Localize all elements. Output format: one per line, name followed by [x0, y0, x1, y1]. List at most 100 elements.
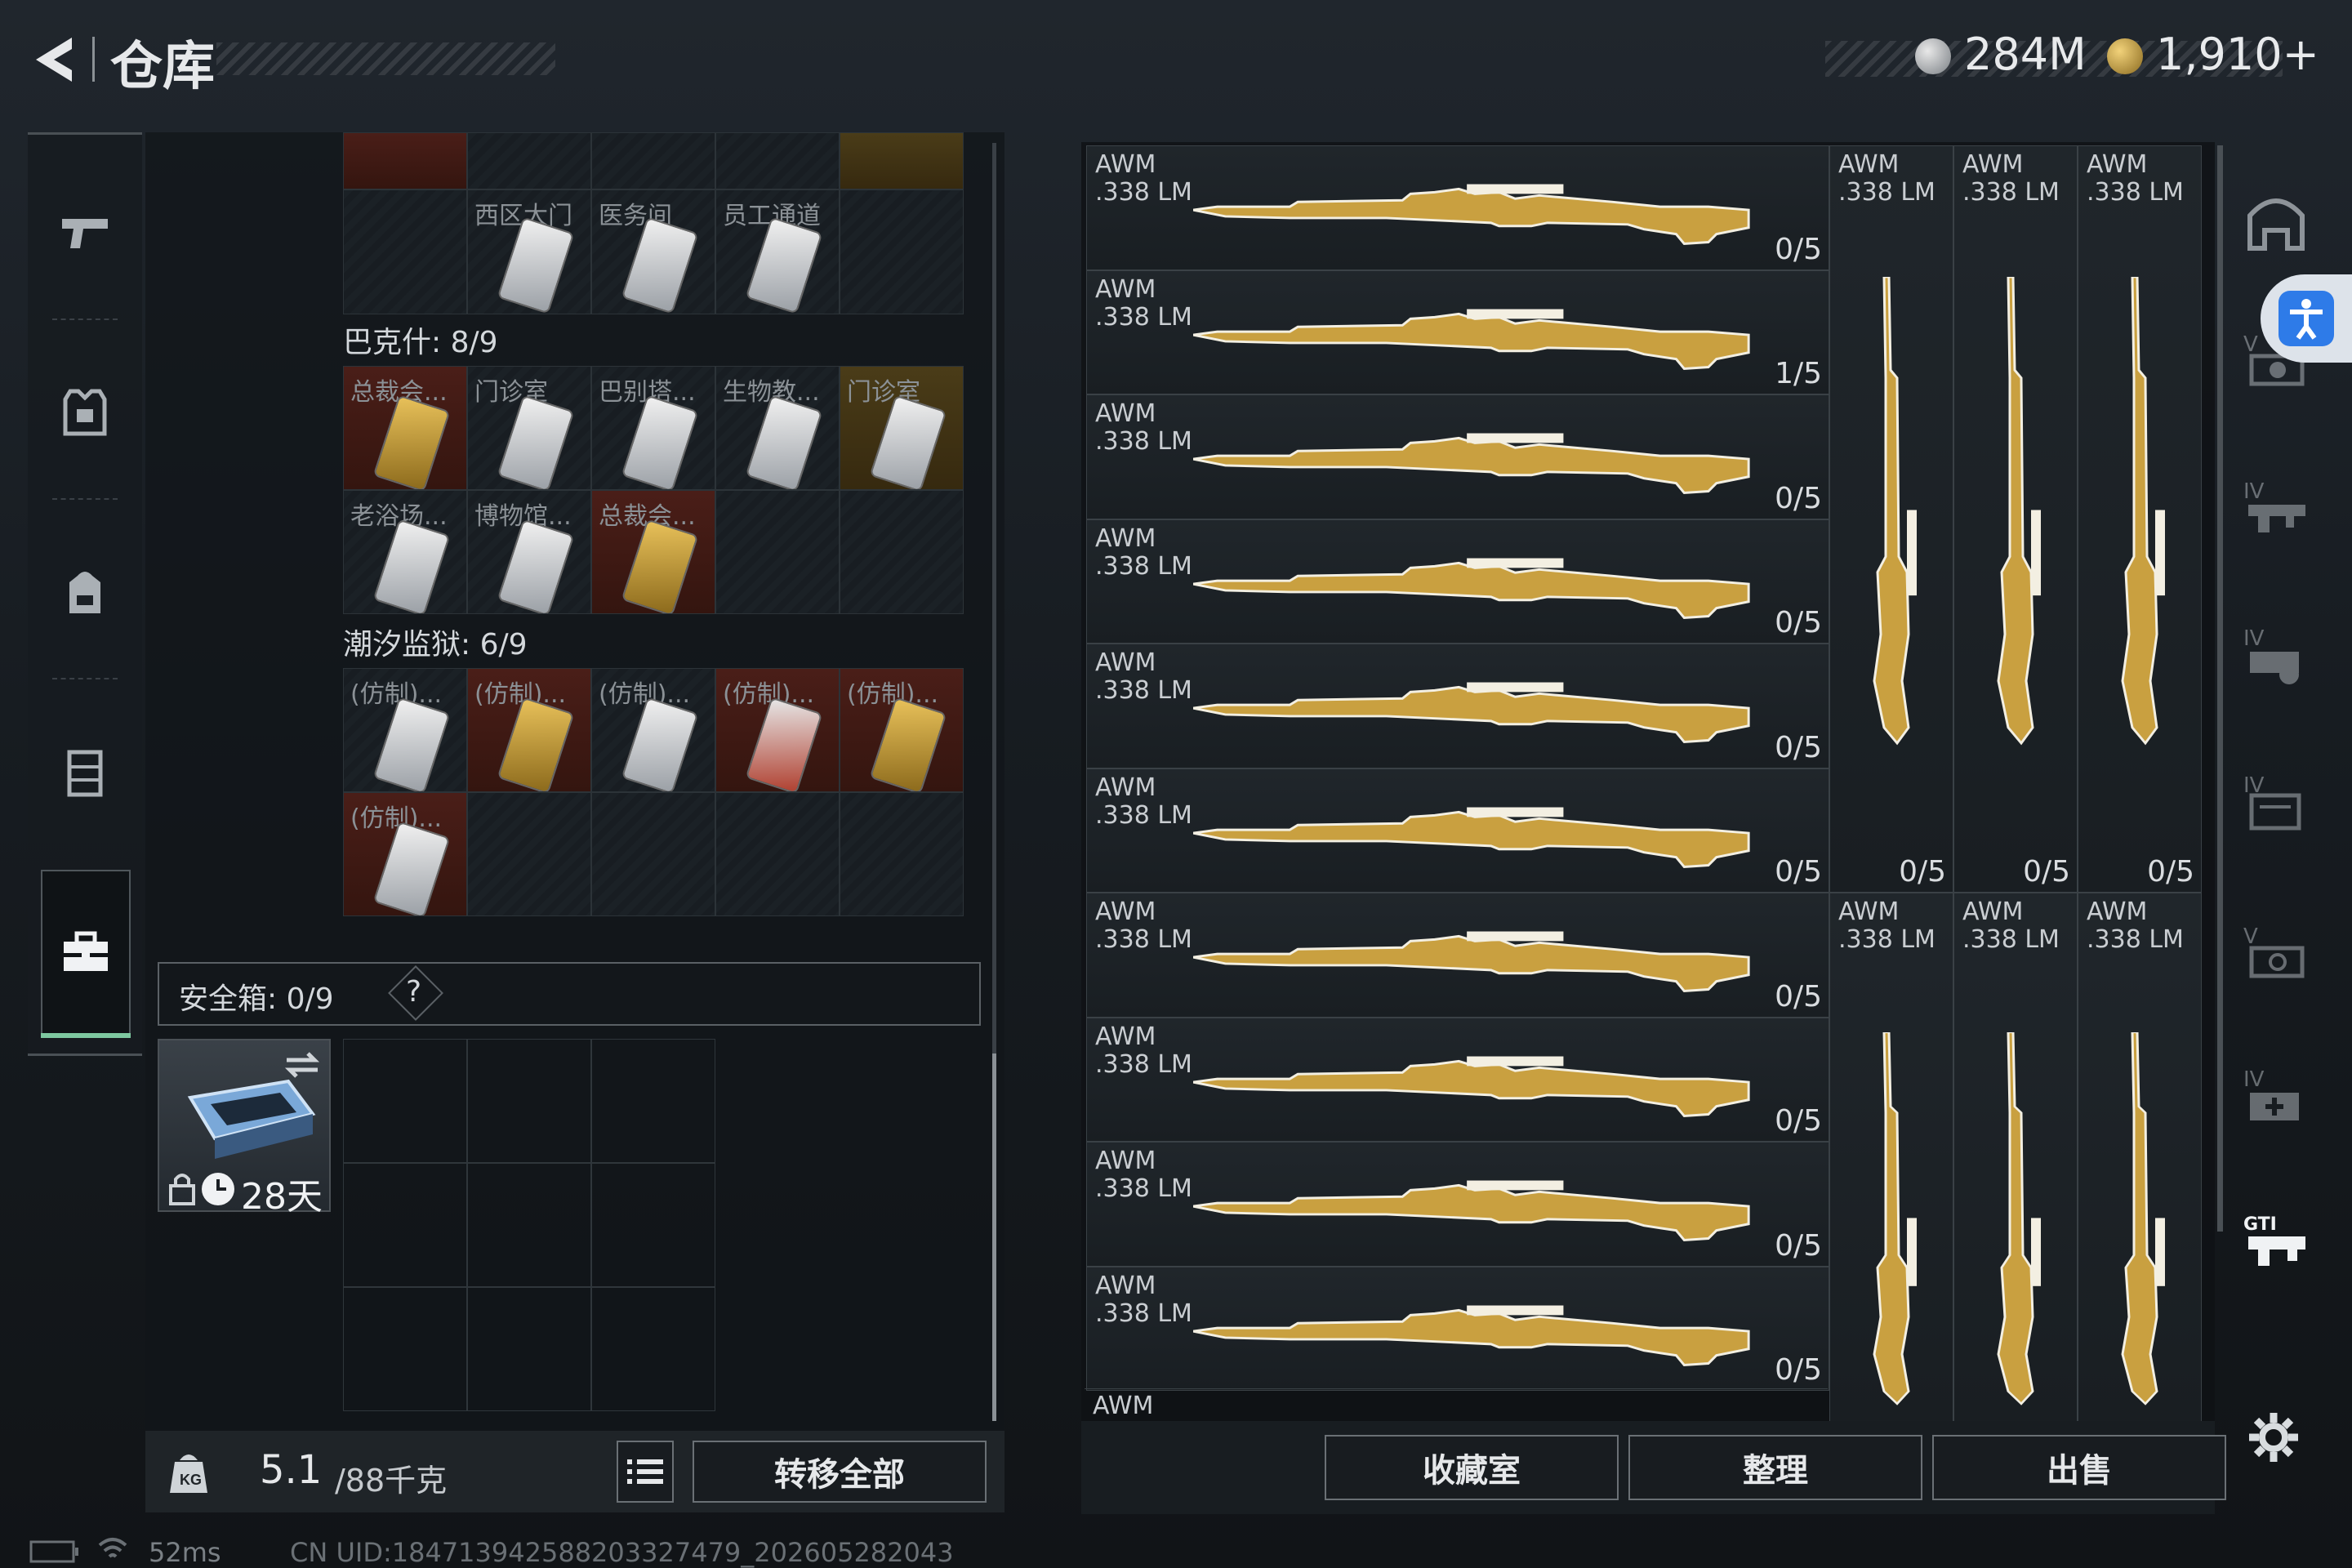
- level-iv-folder-icon[interactable]: IV: [2242, 768, 2310, 836]
- weapon-item-awm-vertical[interactable]: AWM .338 LM 0/5: [2078, 145, 2202, 893]
- awm-rifle-icon: [1193, 807, 1750, 868]
- key-card-cell[interactable]: 门诊室: [840, 366, 964, 490]
- awm-rifle-icon: [1193, 1180, 1750, 1241]
- awm-rifle-icon: [1193, 1056, 1750, 1117]
- weapon-item-awm-vertical[interactable]: AWM .338 LM 0/5: [1953, 145, 2078, 893]
- weapon-item-awm[interactable]: AWM .338 LM 0/5: [1086, 768, 1829, 893]
- grid-cell: [467, 1163, 591, 1287]
- gti-rifle-icon-active[interactable]: GTI: [2242, 1209, 2310, 1277]
- weapon-attachment-count: 0/5: [1775, 232, 1822, 266]
- grid-cell: [591, 132, 715, 189]
- level-v-gear-box-icon[interactable]: V: [2242, 919, 2310, 987]
- key-card-cell[interactable]: 总裁会...: [591, 490, 715, 614]
- key-card-cell[interactable]: 生物教...: [715, 366, 840, 490]
- weapon-partial-row: AWM: [1085, 1388, 1828, 1422]
- nav-case-active[interactable]: [41, 870, 131, 1037]
- wifi-icon: [98, 1538, 127, 1558]
- person-icon: [2290, 299, 2323, 340]
- safe-box-label: 安全箱: 0/9: [179, 982, 334, 1016]
- grid-cell[interactable]: [840, 132, 964, 189]
- svg-text:V: V: [2243, 924, 2258, 949]
- weapon-attachment-count: 0/5: [1775, 1353, 1822, 1387]
- grid-cell: [840, 490, 964, 614]
- collection-room-button[interactable]: 收藏室: [1325, 1435, 1619, 1500]
- nav-armor[interactable]: [28, 331, 142, 494]
- settings-gear-icon[interactable]: [2247, 1411, 2300, 1463]
- keycard-icon: [745, 697, 823, 791]
- currency-silver-value: 284M: [1964, 29, 2087, 80]
- key-card-cell[interactable]: (仿制)...: [715, 668, 840, 792]
- grid-cell: [840, 189, 964, 314]
- level-iv-medkit-icon[interactable]: IV: [2242, 1062, 2310, 1130]
- key-card-cell[interactable]: (仿制)...: [343, 792, 467, 916]
- grid-cell: [715, 132, 840, 189]
- weapon-item-awm-vertical[interactable]: AWM .338 LM: [2078, 893, 2202, 1423]
- weapon-attachment-count: 0/5: [1899, 855, 1946, 889]
- nav-active-indicator: [41, 1033, 131, 1038]
- weapon-item-awm-vertical[interactable]: AWM .338 LM 0/5: [1829, 145, 1953, 893]
- key-card-cell[interactable]: 员工通道: [715, 189, 840, 314]
- bakshi-grid: 总裁会... 门诊室 巴别塔... 生物教... 门诊室 老浴场... 博物馆.…: [343, 366, 964, 614]
- keycard-icon: [869, 394, 947, 489]
- weapon-item-awm[interactable]: AWM .338 LM 0/5: [1086, 893, 1829, 1018]
- swap-arrows-icon[interactable]: [282, 1049, 323, 1081]
- weapon-item-awm-vertical[interactable]: AWM .338 LM: [1953, 893, 2078, 1423]
- pistol-icon: [62, 219, 108, 248]
- grid-cell: [840, 792, 964, 916]
- weapon-name: AWM .338 LM: [1095, 274, 1192, 332]
- weapon-attachment-count: 0/5: [2023, 855, 2070, 889]
- weapon-item-awm[interactable]: AWM .338 LM 1/5: [1086, 270, 1829, 394]
- weapon-item-awm[interactable]: AWM .338 LM 0/5: [1086, 1017, 1829, 1142]
- level-iv-device-icon[interactable]: IV: [2242, 621, 2310, 689]
- weapon-attachment-count: 0/5: [2147, 855, 2194, 889]
- safe-box-item[interactable]: 28天: [158, 1039, 331, 1218]
- nav-weapons[interactable]: [28, 151, 142, 314]
- key-card-cell[interactable]: (仿制)...: [467, 668, 591, 792]
- transfer-all-button[interactable]: 转移全部: [693, 1441, 987, 1503]
- safe-case-icon: [187, 1079, 316, 1159]
- weapon-scrollbar[interactable]: [2217, 145, 2223, 1232]
- nav-chest-rig[interactable]: [28, 690, 142, 853]
- key-card-cell[interactable]: (仿制)...: [840, 668, 964, 792]
- weight-icon: KG: [170, 1454, 207, 1493]
- briefcase-icon: [64, 931, 108, 971]
- key-card-cell[interactable]: 总裁会...: [343, 366, 467, 490]
- weapon-item-awm[interactable]: AWM .338 LM 0/5: [1086, 145, 1829, 270]
- weapon-item-awm[interactable]: AWM .338 LM 0/5: [1086, 519, 1829, 644]
- weapon-item-awm[interactable]: AWM .338 LM 0/5: [1086, 644, 1829, 768]
- weapon-attachment-count: 1/5: [1775, 357, 1822, 390]
- sell-button[interactable]: 出售: [1932, 1435, 2226, 1500]
- key-card-cell[interactable]: 门诊室: [467, 366, 591, 490]
- awm-rifle-icon: [1193, 433, 1750, 494]
- keycard-icon: [372, 697, 451, 791]
- chest-rig-icon: [67, 750, 103, 797]
- key-card-cell[interactable]: 老浴场...: [343, 490, 467, 614]
- key-card-cell[interactable]: 医务间: [591, 189, 715, 314]
- weapon-item-awm[interactable]: AWM .338 LM 0/5: [1086, 394, 1829, 519]
- storage-footer: KG 5.1 /88千克 转移全部: [145, 1431, 1004, 1512]
- weapon-item-awm[interactable]: AWM .338 LM 0/5: [1086, 1142, 1829, 1267]
- grid-cell[interactable]: [343, 132, 467, 189]
- keycard-icon: [497, 697, 575, 791]
- organize-button[interactable]: 整理: [1628, 1435, 1922, 1500]
- weapon-item-awm[interactable]: AWM .338 LM 0/5: [1086, 1266, 1829, 1391]
- weapon-item-awm-vertical[interactable]: AWM .338 LM: [1829, 893, 1953, 1423]
- nav-backpack[interactable]: [28, 510, 142, 674]
- currency-gold-value[interactable]: 1,910+: [2156, 29, 2319, 80]
- storage-scroll-thumb[interactable]: [992, 1054, 996, 1421]
- weight-max: /88千克: [335, 1463, 448, 1499]
- accessibility-floating-tab[interactable]: [2261, 274, 2352, 363]
- key-card-cell[interactable]: 巴别塔...: [591, 366, 715, 490]
- level-iv-rifle-icon[interactable]: IV: [2242, 474, 2310, 542]
- key-card-cell[interactable]: (仿制)...: [591, 668, 715, 792]
- vault-icon[interactable]: [2242, 186, 2310, 255]
- safe-box-header: 安全箱: 0/9 ?: [158, 962, 981, 1026]
- svg-text:KG: KG: [180, 1472, 202, 1488]
- key-card-cell[interactable]: (仿制)...: [343, 668, 467, 792]
- list-view-button[interactable]: [617, 1441, 674, 1503]
- key-card-cell[interactable]: 西区大门: [467, 189, 591, 314]
- top-header: 仓库 284M 1,910+: [0, 0, 2352, 122]
- key-card-cell[interactable]: 博物馆...: [467, 490, 591, 614]
- accessibility-icon[interactable]: [2278, 291, 2334, 346]
- back-arrow-icon[interactable]: [24, 31, 82, 88]
